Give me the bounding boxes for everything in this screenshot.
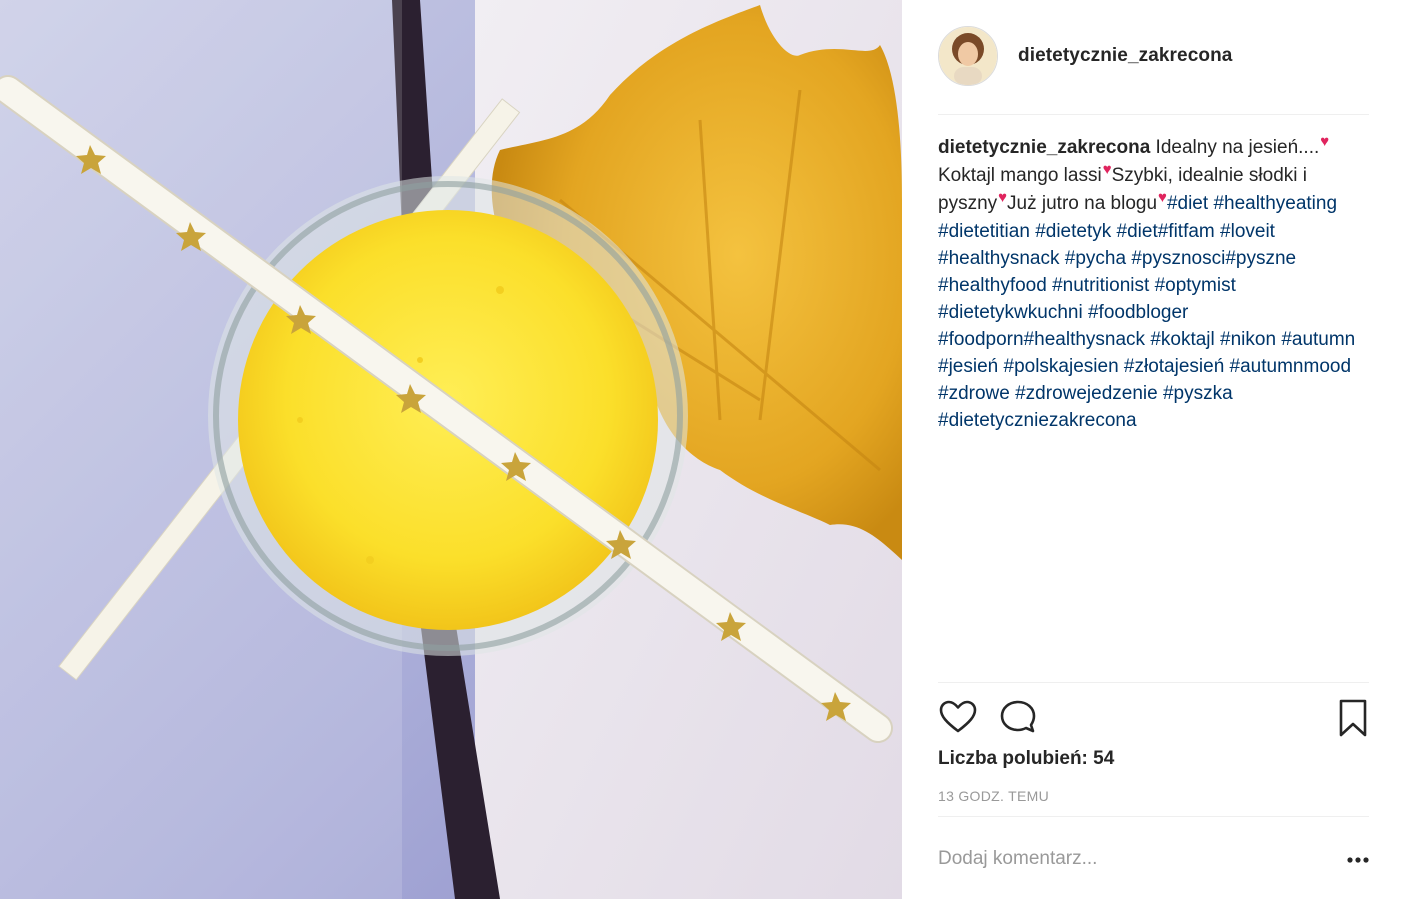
avatar[interactable]: [938, 26, 998, 86]
hashtag-link[interactable]: #diet: [1117, 221, 1158, 242]
hashtag-link[interactable]: #healthyeating: [1213, 193, 1337, 214]
heart-emoji-icon: ♥: [1158, 189, 1167, 206]
comment-divider: [938, 816, 1369, 817]
hashtag-link[interactable]: #dietetyk: [1035, 221, 1111, 242]
post-actions: [938, 698, 1369, 738]
hashtag-link[interactable]: #nutritionist: [1052, 275, 1149, 296]
hashtag-link[interactable]: #pycha: [1065, 248, 1126, 269]
heart-outline-icon: [939, 700, 977, 733]
actions-divider: [938, 682, 1369, 683]
heart-emoji-icon: ♥: [1102, 161, 1112, 178]
hashtag-link[interactable]: #healthysnack: [938, 248, 1059, 269]
post-header: dietetycznie_zakrecona: [938, 26, 1232, 86]
hashtag-link[interactable]: #healthyfood: [938, 275, 1047, 296]
hashtag-link[interactable]: #pyszne: [1225, 248, 1296, 269]
comment-bubble-icon: [1000, 700, 1036, 733]
hashtag-link[interactable]: #pysznosci: [1131, 248, 1225, 269]
hashtag-link[interactable]: #dietetykwkuchni: [938, 302, 1083, 323]
hashtag-link[interactable]: #polskajesien: [1004, 356, 1119, 377]
likes-count[interactable]: Liczba polubień: 54: [938, 748, 1114, 770]
header-divider: [938, 114, 1369, 115]
hashtag-link[interactable]: #fitfam: [1158, 221, 1215, 242]
post-caption: dietetycznie_zakrecona Idealny na jesień…: [938, 133, 1369, 434]
hashtag-link[interactable]: #diet: [1167, 193, 1208, 214]
hashtag-link[interactable]: #zdrowe: [938, 383, 1010, 404]
hashtag-link[interactable]: #foodbloger: [1088, 302, 1188, 323]
caption-text: Idealny na jesień....: [1155, 137, 1320, 158]
hashtag-link[interactable]: #zdrowejedzenie: [1015, 383, 1158, 404]
hashtag-link[interactable]: #jesień: [938, 356, 998, 377]
post-side-panel: dietetycznie_zakrecona dietetycznie_zakr…: [902, 0, 1405, 899]
hashtag-link[interactable]: #koktajl: [1150, 329, 1214, 350]
bookmark-icon: [1339, 699, 1367, 737]
caption-username[interactable]: dietetycznie_zakrecona: [938, 137, 1150, 158]
hashtag-link[interactable]: #nikon: [1220, 329, 1276, 350]
more-options-button[interactable]: [1346, 848, 1370, 872]
post-timestamp[interactable]: 13 GODZ. TEMU: [938, 788, 1049, 804]
hashtag-link[interactable]: #dietetyczniezakrecona: [938, 410, 1137, 431]
hashtag-link[interactable]: #foodporn: [938, 329, 1024, 350]
hashtag-link[interactable]: #pyszka: [1163, 383, 1233, 404]
hashtag-link[interactable]: #autumnmood: [1230, 356, 1351, 377]
comment-button[interactable]: [998, 698, 1038, 738]
hashtag-link[interactable]: #autumn: [1281, 329, 1355, 350]
hashtag-link[interactable]: #healthysnack: [1024, 329, 1145, 350]
comment-input[interactable]: [938, 843, 1318, 875]
post-username[interactable]: dietetycznie_zakrecona: [1018, 45, 1232, 67]
caption-text: Koktajl mango lassi: [938, 165, 1102, 186]
caption-text: Już jutro na blogu: [1007, 193, 1158, 214]
heart-emoji-icon: ♥: [998, 189, 1008, 206]
hashtag-link[interactable]: #złotajesień: [1124, 356, 1224, 377]
hashtag-link[interactable]: #loveit: [1220, 221, 1275, 242]
post-image[interactable]: [0, 0, 902, 899]
save-button[interactable]: [1333, 698, 1373, 738]
more-dots-icon: [1347, 857, 1369, 863]
like-button[interactable]: [938, 698, 978, 738]
hashtag-link[interactable]: #dietetitian: [938, 221, 1030, 242]
heart-emoji-icon: ♥: [1320, 133, 1330, 150]
hashtag-link[interactable]: #optymist: [1155, 275, 1236, 296]
